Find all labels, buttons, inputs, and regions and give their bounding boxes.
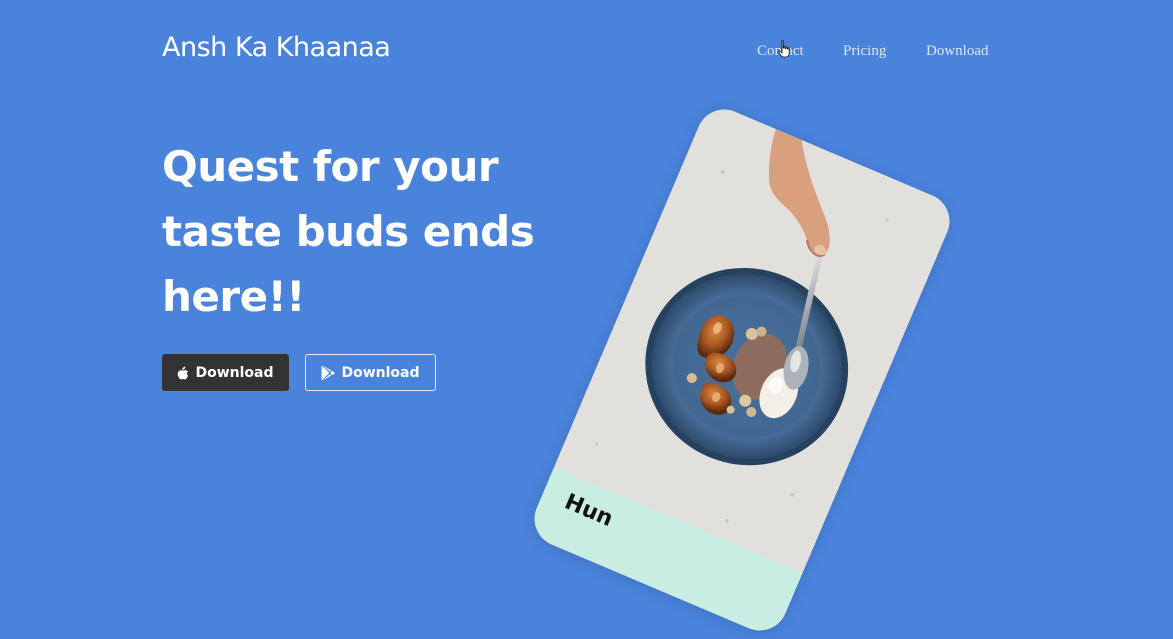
apple-icon bbox=[178, 366, 189, 379]
hero-headline-line: here!! bbox=[162, 272, 305, 321]
hero-headline-line: Quest for your bbox=[162, 142, 499, 191]
hero-headline-line: taste buds ends bbox=[162, 207, 535, 256]
play-store-download-label: Download bbox=[341, 364, 420, 381]
phone-footer-label: Hun bbox=[560, 489, 617, 533]
hand-cursor-icon bbox=[778, 40, 790, 58]
play-store-download-button[interactable]: Download bbox=[305, 354, 436, 391]
play-store-icon bbox=[322, 365, 336, 380]
nav-link-download[interactable]: Download bbox=[926, 43, 989, 60]
nav-link-pricing[interactable]: Pricing bbox=[843, 43, 886, 60]
brand-logo[interactable]: Ansh Ka Khaanaa bbox=[162, 32, 391, 63]
hero-headline: Quest for your taste buds ends here!! bbox=[162, 134, 602, 329]
app-store-download-label: Download bbox=[195, 364, 274, 381]
app-store-download-button[interactable]: Download bbox=[162, 354, 289, 391]
